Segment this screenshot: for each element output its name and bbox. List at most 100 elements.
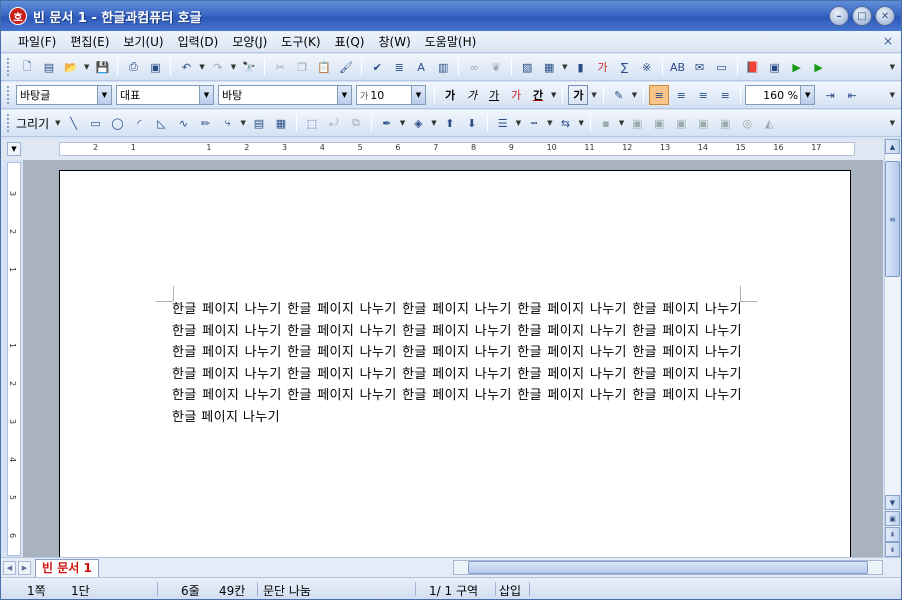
chevron-down-icon[interactable]: ▼	[199, 86, 213, 104]
curve-icon[interactable]: ∿	[174, 113, 194, 133]
page-up-icon[interactable]: ⇞	[885, 527, 900, 542]
ellipse-icon[interactable]: ◯	[108, 113, 128, 133]
line-style-icon[interactable]: ☰	[493, 113, 513, 133]
chart-icon[interactable]: ▮	[571, 57, 591, 77]
format-painter-icon[interactable]: 🖌	[336, 57, 356, 77]
print-preview-icon[interactable]: ▣	[145, 57, 165, 77]
fill-color-icon[interactable]: ◈	[408, 113, 428, 133]
toolbar-grip[interactable]	[7, 86, 10, 104]
menu-help[interactable]: 도움말(H)	[418, 31, 484, 53]
redo-icon[interactable]: ↷	[208, 57, 228, 77]
page-down-icon[interactable]: ⇟	[885, 542, 900, 557]
find-icon[interactable]: 🔭	[239, 57, 259, 77]
align-justify-button[interactable]: ≡	[649, 85, 670, 105]
image-icon[interactable]: ▣	[715, 113, 735, 133]
textbox-draw-icon[interactable]: ▤	[249, 113, 269, 133]
increase-indent-icon[interactable]: ⇥	[820, 85, 840, 105]
presentation-icon[interactable]: ▣	[765, 57, 785, 77]
print-icon[interactable]: ⎙	[123, 57, 143, 77]
line-spacing-select[interactable]: 160 % ▼	[745, 85, 816, 105]
columns-icon[interactable]: ▥	[433, 57, 453, 77]
arrow-style-icon[interactable]: ⇆	[555, 113, 575, 133]
scroll-thumb[interactable]: ≡	[885, 161, 900, 277]
horizontal-ruler[interactable]: 2 1 1 2 3 4 5 6 7 8 9 10 11 12 13 14 15 16 17	[59, 142, 855, 156]
align-right-button[interactable]: ≡	[715, 85, 735, 105]
vertical-ruler[interactable]: 3 2 1 1 2 3 4 5 6	[7, 162, 21, 556]
macro-record-icon[interactable]: ▶	[809, 57, 829, 77]
highlighter-icon[interactable]: ✎	[609, 85, 629, 105]
strikethrough-button[interactable]: 가	[506, 85, 526, 105]
transform-icon[interactable]: ◭	[759, 113, 779, 133]
table-icon[interactable]: ▦	[539, 57, 559, 77]
menu-file[interactable]: 파일(F)	[11, 31, 63, 53]
font-size-select[interactable]: 가 10 ▼	[356, 85, 426, 105]
shade-button[interactable]: 가	[568, 85, 589, 105]
scrapbook-icon[interactable]: ▦	[271, 113, 291, 133]
title-bar[interactable]: 호 빈 문서 1 - 한글과컴퓨터 호글 – □ ✕	[1, 1, 901, 31]
document-body-text[interactable]: 한글 페이지 나누기 한글 페이지 나누기 한글 페이지 나누기 한글 페이지 …	[172, 299, 742, 429]
toolbar-grip[interactable]	[7, 114, 10, 132]
pencil-icon[interactable]: ✏	[196, 113, 216, 133]
book-icon[interactable]: 📕	[743, 57, 763, 77]
copy-icon[interactable]: ❐	[292, 57, 312, 77]
arc-icon[interactable]: ◜	[130, 113, 150, 133]
decrease-indent-icon[interactable]: ⇤	[842, 85, 862, 105]
align-center-button[interactable]: ≡	[693, 85, 713, 105]
hyperlink-icon[interactable]: ∞	[464, 57, 484, 77]
status-insert-mode[interactable]: 삽입	[499, 582, 521, 599]
send-back-icon[interactable]: ⬇	[462, 113, 482, 133]
font-color-button[interactable]: 간	[528, 85, 548, 105]
menu-table[interactable]: 표(Q)	[328, 31, 372, 53]
menu-view[interactable]: 보기(U)	[116, 31, 170, 53]
new-document-icon[interactable]: 🗋	[17, 57, 37, 77]
chevron-down-icon[interactable]: ▼	[411, 86, 425, 104]
object-props-icon[interactable]: ▣	[693, 113, 713, 133]
rectangle-icon[interactable]: ▭	[86, 113, 106, 133]
line-icon[interactable]: ╲	[64, 113, 84, 133]
language-select[interactable]: 대표 ▼	[116, 85, 214, 105]
shadow-icon[interactable]: ▪	[596, 113, 616, 133]
polygon-icon[interactable]: ◺	[152, 113, 172, 133]
memo-icon[interactable]: ▭	[712, 57, 732, 77]
scroll-up-icon[interactable]: ▲	[885, 139, 900, 154]
open-folder-icon[interactable]: 📂	[61, 57, 81, 77]
symbol-icon[interactable]: ※	[637, 57, 657, 77]
menu-format[interactable]: 모양(J)	[225, 31, 274, 53]
menu-insert[interactable]: 입력(D)	[171, 31, 226, 53]
chevron-down-icon[interactable]: ▼	[97, 86, 111, 104]
menu-window[interactable]: 창(W)	[371, 31, 417, 53]
paragraph-icon[interactable]: ≣	[389, 57, 409, 77]
horizontal-scroll-thumb[interactable]	[468, 561, 868, 574]
effects-icon[interactable]: ◎	[737, 113, 757, 133]
tab-first-icon[interactable]: ◀	[3, 560, 16, 575]
template-icon[interactable]: ▤	[39, 57, 59, 77]
undo-icon[interactable]: ↶	[176, 57, 196, 77]
style-select[interactable]: 바탕글 ▼	[16, 85, 112, 105]
underline-button[interactable]: 가	[484, 85, 504, 105]
maximize-button[interactable]: □	[852, 6, 872, 26]
dash-style-icon[interactable]: ┅	[524, 113, 544, 133]
bookmark-icon[interactable]: ❦	[486, 57, 506, 77]
document-close-icon[interactable]: ×	[883, 34, 893, 48]
document-page[interactable]: 한글 페이지 나누기 한글 페이지 나누기 한글 페이지 나누기 한글 페이지 …	[59, 170, 851, 557]
spellcheck-icon[interactable]: ✔	[367, 57, 387, 77]
horizontal-scrollbar[interactable]	[453, 560, 883, 575]
save-icon[interactable]: 💾	[92, 57, 112, 77]
select-object-icon[interactable]: ⬚	[302, 113, 322, 133]
draw-menu-label[interactable]: 그리기	[16, 115, 49, 132]
connector-icon[interactable]: ⤷	[218, 113, 238, 133]
toolbar-grip[interactable]	[7, 58, 10, 76]
italic-button[interactable]: 가	[462, 85, 482, 105]
close-button[interactable]: ✕	[875, 6, 895, 26]
macro-run-icon[interactable]: ▶	[787, 57, 807, 77]
mail-merge-icon[interactable]: ✉	[690, 57, 710, 77]
align-objects-icon[interactable]: ▣	[627, 113, 647, 133]
ruler-toggle-button[interactable]: ▼	[7, 142, 21, 156]
char-map-icon[interactable]: 가	[593, 57, 613, 77]
distribute-icon[interactable]: ▣	[649, 113, 669, 133]
chevron-down-icon[interactable]: ▼	[337, 86, 351, 104]
tab-last-icon[interactable]: ▶	[18, 560, 31, 575]
formula-icon[interactable]: ∑	[615, 57, 635, 77]
cut-icon[interactable]: ✂	[270, 57, 290, 77]
paste-icon[interactable]: 📋	[314, 57, 334, 77]
